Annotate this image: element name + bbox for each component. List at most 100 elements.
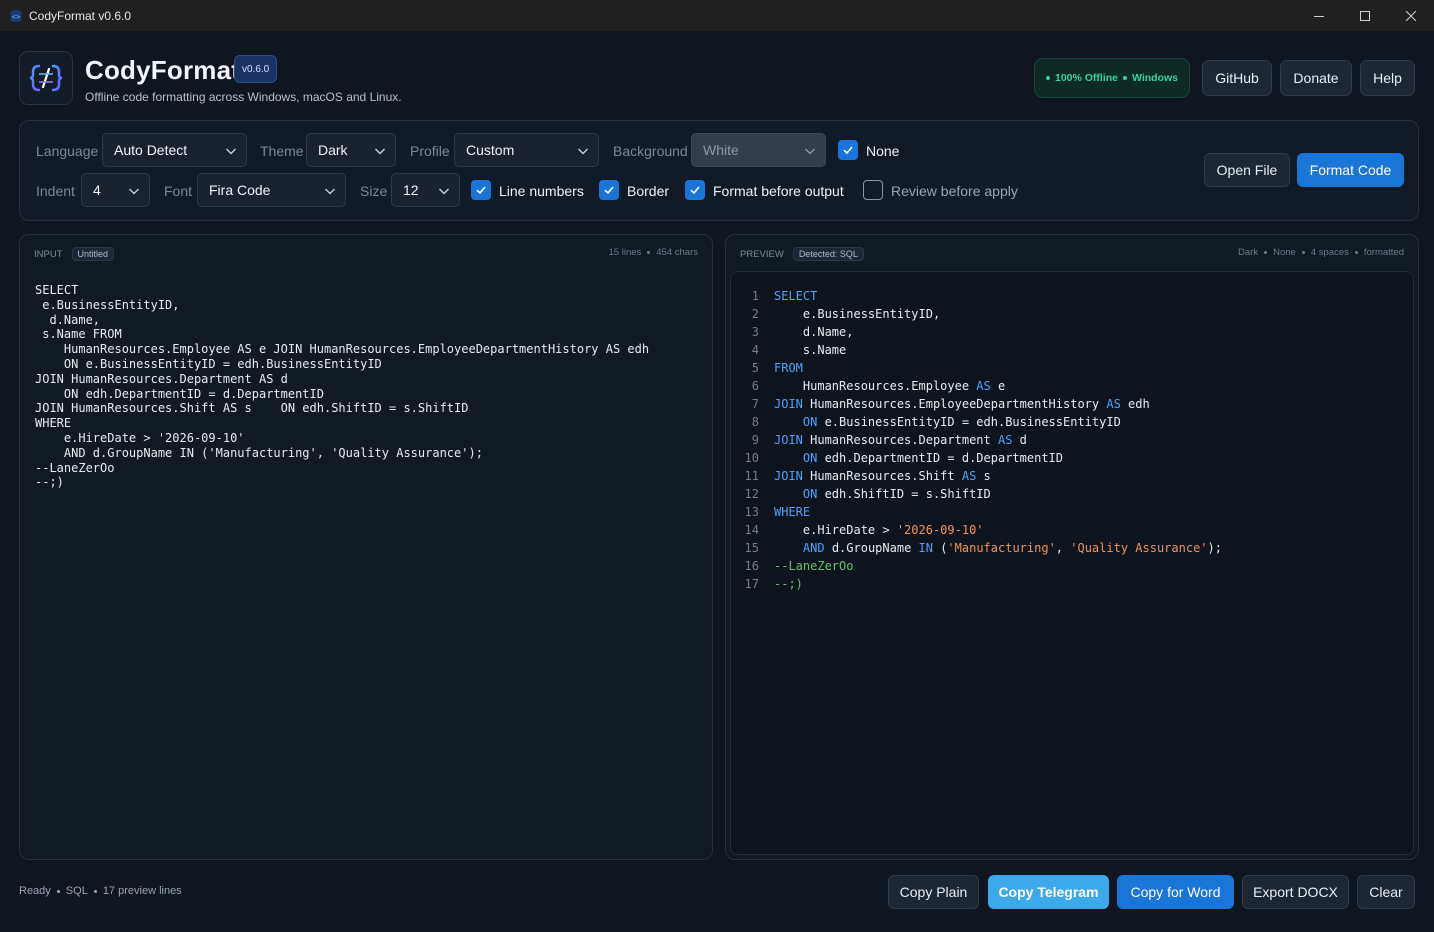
code-token: FROM	[774, 361, 803, 375]
indent-select[interactable]: 4	[81, 173, 150, 207]
line-number: 10	[744, 451, 759, 465]
input-code-editor[interactable]: SELECT e.BusinessEntityID, d.Name, s.Nam…	[35, 283, 649, 490]
copy-for-word-button[interactable]: Copy for Word	[1117, 875, 1234, 909]
format-code-button[interactable]: Format Code	[1297, 153, 1404, 187]
language-value: Auto Detect	[114, 142, 188, 158]
open-file-button[interactable]: Open File	[1204, 153, 1290, 187]
language-select[interactable]: Auto Detect	[102, 133, 247, 167]
code-token: edh.DepartmentID = d.DepartmentID	[817, 451, 1063, 465]
background-label: Background	[613, 143, 688, 159]
line-number: 1	[751, 289, 759, 303]
close-window-button[interactable]	[1388, 0, 1434, 31]
background-select[interactable]: White	[691, 133, 826, 167]
status-preview-lines: 17 preview lines	[102, 885, 182, 897]
preview-code-line: 2 e.BusinessEntityID,	[731, 305, 1222, 323]
line-number: 4	[751, 343, 759, 357]
code-token: --;)	[774, 577, 803, 591]
profile-select[interactable]: Custom	[454, 133, 599, 167]
indent-value: 4	[93, 182, 101, 198]
preview-meta-theme: Dark	[1238, 247, 1259, 258]
preview-meta-state: formatted	[1363, 247, 1404, 258]
line-number: 13	[744, 505, 759, 519]
line-number: 12	[744, 487, 759, 501]
checkmark-icon	[476, 186, 486, 195]
preview-pane-header: PREVIEW Detected: SQL Dark None 4 spaces…	[740, 246, 1404, 262]
help-button[interactable]: Help	[1360, 60, 1415, 96]
preview-code-line: 9 JOIN HumanResources.Department AS d	[731, 431, 1222, 449]
theme-label: Theme	[260, 143, 304, 159]
code-token: ON	[802, 487, 818, 501]
review-before-apply-label: Review before apply	[891, 183, 1018, 199]
preview-code-line: 16 --LaneZerOo	[731, 557, 1222, 575]
preview-code-line: 10 ON edh.DepartmentID = d.DepartmentID	[731, 449, 1222, 467]
code-token: s	[976, 469, 991, 483]
input-pane: INPUT Untitled 15 lines 454 chars SELECT…	[19, 234, 713, 860]
separator-dot	[1354, 251, 1358, 254]
chevron-down-icon	[375, 148, 385, 155]
export-docx-button[interactable]: Export DOCX	[1242, 875, 1349, 909]
chevron-down-icon	[226, 148, 236, 155]
preview-code-line: 15 AND d.GroupName IN ('Manufacturing', …	[731, 539, 1222, 557]
code-token: 'Manufacturing'	[947, 541, 1056, 555]
preview-meta-background: None	[1273, 247, 1296, 258]
code-token: HumanResources.EmployeeDepartmentHistory	[802, 397, 1107, 411]
copy-plain-button[interactable]: Copy Plain	[888, 875, 979, 909]
input-line-count: 15 lines	[608, 247, 642, 258]
review-before-apply-checkbox[interactable]	[863, 180, 883, 200]
code-token: e.BusinessEntityID = edh.BusinessEntityI…	[817, 415, 1121, 429]
line-number: 2	[751, 307, 759, 321]
size-value: 12	[403, 182, 419, 198]
code-token: s.Name	[774, 343, 847, 357]
minimize-icon	[1314, 15, 1324, 17]
line-numbers-checkbox[interactable]	[471, 180, 491, 200]
input-meta: 15 lines 454 chars	[609, 247, 698, 258]
chevron-down-icon	[578, 148, 588, 155]
border-checkbox[interactable]	[599, 180, 619, 200]
profile-label: Profile	[410, 143, 450, 159]
preview-code-line: 7 JOIN HumanResources.EmployeeDepartmentH…	[731, 395, 1222, 413]
app-logo-icon	[29, 64, 63, 92]
code-token: d.Name,	[774, 325, 854, 339]
donate-button[interactable]: Donate	[1280, 60, 1352, 96]
clear-button[interactable]: Clear	[1357, 875, 1415, 909]
window-title: CodyFormat v0.6.0	[29, 8, 132, 23]
status-bar: Ready SQL 17 preview lines	[19, 885, 182, 897]
none-label: None	[866, 143, 900, 159]
line-number: 15	[744, 541, 759, 555]
checkmark-icon	[604, 186, 614, 195]
format-before-output-checkbox[interactable]	[685, 180, 705, 200]
brand-subtitle: Offline code formatting across Windows, …	[85, 90, 402, 104]
code-token: HumanResources.Employee	[774, 379, 977, 393]
line-number: 16	[744, 559, 759, 573]
preview-code-line: 6 HumanResources.Employee AS e	[731, 377, 1222, 395]
format-before-output-label: Format before output	[713, 183, 844, 199]
checkmark-icon	[690, 186, 700, 195]
preview-code-line: 5 FROM	[731, 359, 1222, 377]
code-token: AS	[997, 433, 1013, 447]
font-select[interactable]: Fira Code	[197, 173, 346, 207]
line-numbers-label: Line numbers	[499, 183, 584, 199]
maximize-button[interactable]	[1342, 0, 1388, 31]
code-token: e.BusinessEntityID,	[774, 307, 941, 321]
preview-label: PREVIEW	[740, 248, 784, 260]
title-bar: <> CodyFormat v0.6.0	[0, 0, 1434, 31]
code-token: e.HireDate >	[774, 523, 897, 537]
preview-code-line: 11 JOIN HumanResources.Shift AS s	[731, 467, 1222, 485]
preview-code-line: 14 e.HireDate > '2026-09-10'	[731, 521, 1222, 539]
code-token: d.GroupName	[824, 541, 919, 555]
line-number: 8	[751, 415, 759, 429]
copy-telegram-button[interactable]: Copy Telegram	[988, 875, 1109, 909]
checkmark-icon	[843, 146, 853, 155]
github-button[interactable]: GitHub	[1202, 60, 1272, 96]
line-number: 14	[744, 523, 759, 537]
theme-select[interactable]: Dark	[306, 133, 396, 167]
none-checkbox[interactable]	[838, 140, 858, 160]
chevron-down-icon	[439, 188, 449, 195]
preview-code-line: 8 ON e.BusinessEntityID = edh.BusinessEn…	[731, 413, 1222, 431]
code-token: edh	[1120, 397, 1150, 411]
minimize-button[interactable]	[1296, 0, 1342, 31]
size-select[interactable]: 12	[391, 173, 460, 207]
code-token: AS	[961, 469, 977, 483]
